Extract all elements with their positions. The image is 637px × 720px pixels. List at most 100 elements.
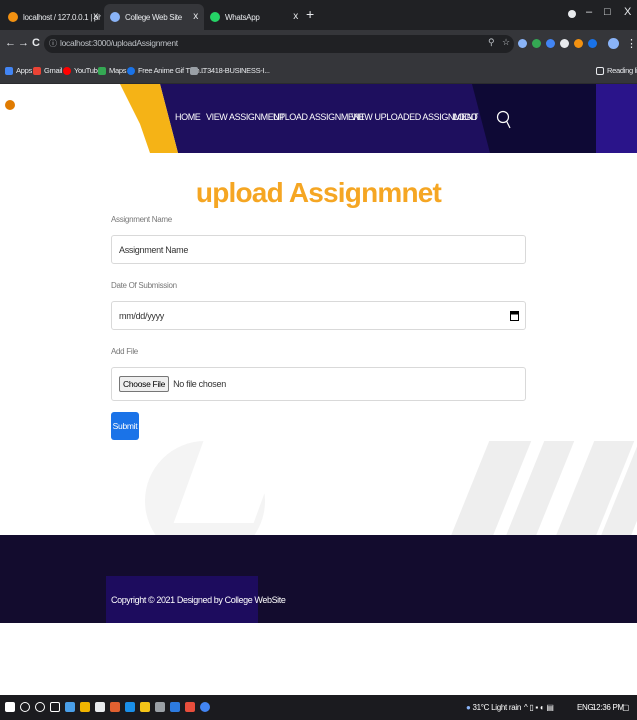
tab-phpmyadmin[interactable]: localhost / 127.0.0.1 | phpMyAdmin x <box>2 4 104 30</box>
language-indicator[interactable]: ENG <box>577 703 594 712</box>
add-file-label: Add File <box>111 347 138 356</box>
taskbar-app-icon[interactable] <box>155 702 165 712</box>
apps-grid-icon <box>5 66 13 75</box>
bookmark-gmail[interactable]: Gmail <box>33 66 62 75</box>
system-tray-icons[interactable]: ^ ▯ ▪ ◐ ▤ <box>524 703 554 712</box>
maps-pin-icon <box>98 66 106 75</box>
bookmark-apps[interactable]: Apps <box>5 66 32 75</box>
nav-logout[interactable]: LOGOUT <box>453 112 478 122</box>
taskbar-app-icon[interactable] <box>110 702 120 712</box>
search-icon[interactable] <box>20 702 30 712</box>
tab-label: localhost / 127.0.0.1 | phpMyAdmin <box>23 12 101 22</box>
bookmarks-bar: Apps Gmail YouTube Maps Free Anime Gif T… <box>0 58 637 84</box>
site-header: HOME VIEW ASSIGNMENT UPLOAD ASSIGNMENT V… <box>0 84 637 153</box>
taskbar-app-icon[interactable] <box>185 702 195 712</box>
cortana-icon[interactable] <box>35 702 45 712</box>
logo-icon <box>5 100 15 110</box>
bookmark-star-icon[interactable]: ☆ <box>502 37 510 48</box>
date-of-submission-label: Date Of Submission <box>111 281 177 290</box>
tab-label: WhatsApp <box>225 12 260 22</box>
extension-icon[interactable] <box>518 39 527 48</box>
taskbar-app-icon[interactable] <box>95 702 105 712</box>
phpmyadmin-icon <box>8 12 18 22</box>
weather-widget[interactable]: ● 31°C Light rain <box>466 703 521 712</box>
date-placeholder: mm/dd/yyyy <box>119 310 165 321</box>
document-icon <box>190 66 198 75</box>
no-file-text: No file chosen <box>173 379 226 389</box>
taskbar-app-icon[interactable] <box>65 702 75 712</box>
file-input[interactable]: Choose File No file chosen <box>111 367 526 401</box>
bookmark-label: IT3418-BUSINESS-I... <box>201 66 270 75</box>
close-window-button[interactable]: X <box>624 6 631 18</box>
close-tab-icon[interactable]: x <box>293 11 298 22</box>
notifications-icon[interactable]: ▢ <box>622 703 630 712</box>
bookmark-maps[interactable]: Maps <box>98 66 126 75</box>
maximize-button[interactable]: □ <box>604 6 611 18</box>
site-logo[interactable] <box>5 100 18 110</box>
back-button[interactable]: ← <box>5 37 16 49</box>
reload-button[interactable]: C <box>32 37 40 49</box>
task-view-icon[interactable] <box>50 702 60 712</box>
assignment-name-input[interactable]: Assignment Name <box>111 235 526 264</box>
bookmark-label: Maps <box>109 66 127 75</box>
bookmark-label: Gmail <box>44 66 63 75</box>
bookmark-it3418[interactable]: IT3418-BUSINESS-I... <box>190 66 270 75</box>
page-title: upload Assignmnet <box>195 177 442 208</box>
forward-button[interactable]: → <box>18 37 29 49</box>
windows-start-icon[interactable] <box>5 702 15 712</box>
date-of-submission-input[interactable]: mm/dd/yyyy <box>111 301 526 330</box>
gmail-icon <box>33 66 41 75</box>
extension-icon[interactable] <box>560 39 569 48</box>
copyright-box: Copyright © 2021 Designed by College Web… <box>106 576 286 623</box>
reading-list-label: Reading list <box>607 66 637 75</box>
globe-icon <box>127 66 135 75</box>
upload-assignment-section: upload Assignmnet Assignment Name Assign… <box>0 153 637 535</box>
bookmark-youtube[interactable]: YouTube <box>63 66 102 75</box>
choose-file-button[interactable]: Choose File <box>119 376 170 392</box>
close-tab-icon[interactable]: x <box>193 11 198 22</box>
extension-icon[interactable] <box>532 39 541 48</box>
weather-text: 31°C Light rain <box>472 703 521 712</box>
search-icon[interactable] <box>496 110 512 130</box>
nav-right-panel <box>596 84 637 153</box>
copyright-text: Copyright © 2021 Designed by College Web… <box>111 595 286 605</box>
nav-home[interactable]: HOME <box>175 112 201 122</box>
calendar-icon[interactable] <box>510 310 519 321</box>
whatsapp-icon <box>210 12 220 22</box>
close-tab-icon[interactable]: x <box>93 11 98 22</box>
taskbar-app-icon[interactable] <box>80 702 90 712</box>
windows-taskbar: ● 31°C Light rain ^ ▯ ▪ ◐ ▤ ENG 12:36 PM… <box>0 695 637 720</box>
new-tab-button[interactable]: + <box>306 6 314 22</box>
info-icon: ⓘ <box>49 39 57 48</box>
tab-label: College Web Site <box>125 12 182 22</box>
profile-icon[interactable] <box>568 10 576 18</box>
globe-icon <box>110 12 120 22</box>
assignment-name-label: Assignment Name <box>111 215 172 224</box>
chrome-icon[interactable] <box>200 702 210 712</box>
site-footer: Copyright © 2021 Designed by College Web… <box>0 535 637 623</box>
zoom-icon[interactable]: ⚲ <box>488 37 495 48</box>
taskbar-app-icon[interactable] <box>140 702 150 712</box>
reading-list-icon <box>596 66 604 75</box>
address-bar[interactable]: ⓘ localhost:3000/uploadAssignment ⚲ ☆ <box>44 35 514 53</box>
extension-icon[interactable] <box>588 39 597 48</box>
taskbar-app-icon[interactable] <box>125 702 135 712</box>
taskbar-app-icon[interactable] <box>170 702 180 712</box>
weather-icon: ● <box>466 703 471 712</box>
profile-avatar[interactable] <box>608 38 619 49</box>
extension-icon[interactable] <box>546 39 555 48</box>
youtube-icon <box>63 66 71 75</box>
tab-whatsapp[interactable]: WhatsApp x <box>204 4 304 30</box>
browser-tab-bar: localhost / 127.0.0.1 | phpMyAdmin x Col… <box>0 0 637 30</box>
address-toolbar: ← → C ⓘ localhost:3000/uploadAssignment … <box>0 30 637 58</box>
url-text: localhost:3000/uploadAssignment <box>60 38 178 48</box>
extension-icon[interactable] <box>574 39 583 48</box>
tab-college-web-site[interactable]: College Web Site x <box>104 4 204 30</box>
minimize-button[interactable]: – <box>586 6 592 18</box>
assignment-name-placeholder: Assignment Name <box>119 244 189 255</box>
bookmark-label: Apps <box>16 66 32 75</box>
reading-list[interactable]: Reading list <box>596 66 637 75</box>
menu-kebab-icon[interactable]: ⋮ <box>626 37 637 50</box>
submit-button[interactable]: Submit <box>111 412 139 440</box>
clock-time[interactable]: 12:36 PM <box>592 703 624 712</box>
